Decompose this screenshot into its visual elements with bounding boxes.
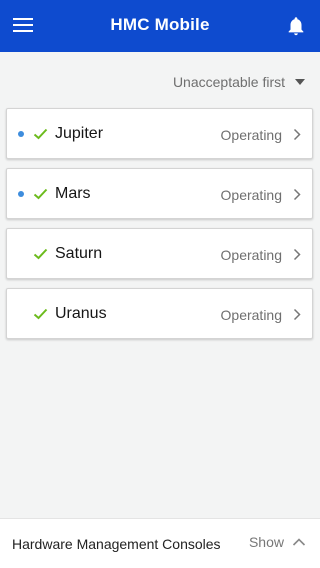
chevron-right-icon	[293, 188, 301, 201]
system-name: Jupiter	[55, 125, 104, 142]
sort-dropdown[interactable]: Unacceptable first	[173, 72, 305, 92]
footer-title: Hardware Management Consoles	[12, 536, 221, 552]
unread-dot-icon	[18, 191, 24, 197]
check-icon	[33, 128, 48, 140]
chevron-right-icon	[293, 248, 301, 261]
app-title: HMC Mobile	[110, 15, 210, 34]
system-card-saturn[interactable]: Saturn Operating	[6, 228, 313, 279]
system-status: Operating	[220, 127, 282, 143]
system-card-mars[interactable]: Mars Operating	[6, 168, 313, 219]
caret-down-icon	[295, 79, 305, 85]
chevron-up-icon	[292, 538, 306, 546]
footer-show-toggle[interactable]: Show	[249, 534, 306, 550]
system-name: Saturn	[55, 245, 103, 262]
sort-label: Unacceptable first	[172, 74, 285, 90]
system-status: Operating	[220, 187, 282, 203]
check-icon	[33, 188, 48, 200]
system-card-uranus[interactable]: Uranus Operating	[6, 288, 313, 339]
footer-panel: Hardware Management Consoles Show	[0, 518, 320, 568]
chevron-right-icon	[293, 128, 301, 141]
system-name: Mars	[55, 185, 91, 202]
bell-icon[interactable]	[285, 15, 307, 37]
system-name: Uranus	[55, 305, 107, 322]
app-bar: HMC Mobile	[0, 0, 320, 52]
system-status: Operating	[220, 247, 282, 263]
check-icon	[33, 308, 48, 320]
footer-show-label: Show	[248, 534, 284, 550]
chevron-right-icon	[293, 308, 301, 321]
system-status: Operating	[220, 307, 282, 323]
check-icon	[33, 248, 48, 260]
unread-dot-icon	[18, 131, 24, 137]
system-card-jupiter[interactable]: Jupiter Operating	[6, 108, 313, 159]
